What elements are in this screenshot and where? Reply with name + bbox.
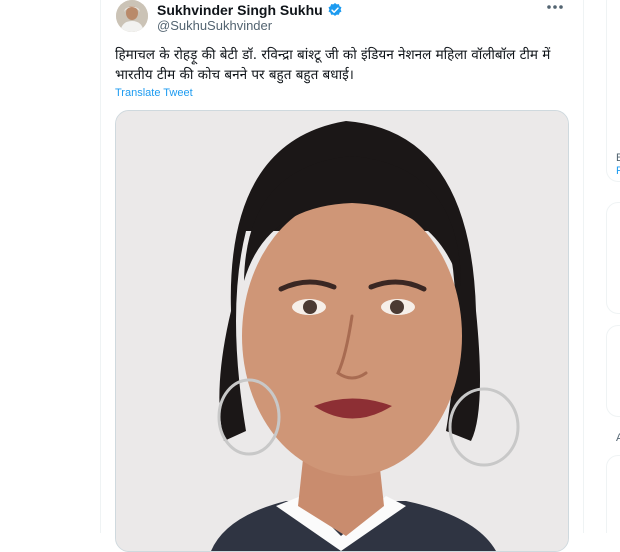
sidebar-card[interactable]	[606, 202, 620, 314]
tweet-media-photo[interactable]	[115, 110, 569, 552]
tweet[interactable]: Sukhvinder Singh Sukhu @SukhuSukhvinder …	[101, 0, 583, 552]
portrait-photo	[116, 111, 568, 551]
verified-badge-icon	[328, 3, 342, 16]
right-sidebar: E F A	[584, 0, 620, 533]
more-options-icon[interactable]	[545, 0, 565, 14]
display-name[interactable]: Sukhvinder Singh Sukhu	[157, 2, 323, 18]
translate-tweet-link[interactable]: Translate Tweet	[115, 87, 193, 99]
sidebar-card[interactable]	[606, 455, 620, 533]
tweet-text: हिमाचल के रोहड़ू की बेटी डॉ. रविन्द्रा ब…	[115, 47, 551, 83]
sidebar-fragment-1: E	[616, 152, 620, 164]
avatar[interactable]	[116, 0, 148, 32]
sidebar-fragment-3: A	[616, 432, 620, 444]
author-handle[interactable]: @SukhuSukhvinder	[157, 18, 272, 33]
author-name-row: Sukhvinder Singh Sukhu	[157, 2, 343, 18]
sidebar-fragment-2[interactable]: F	[616, 165, 620, 177]
left-navigation-rail	[0, 0, 100, 533]
sidebar-card[interactable]	[606, 325, 620, 417]
avatar-image	[116, 0, 148, 32]
